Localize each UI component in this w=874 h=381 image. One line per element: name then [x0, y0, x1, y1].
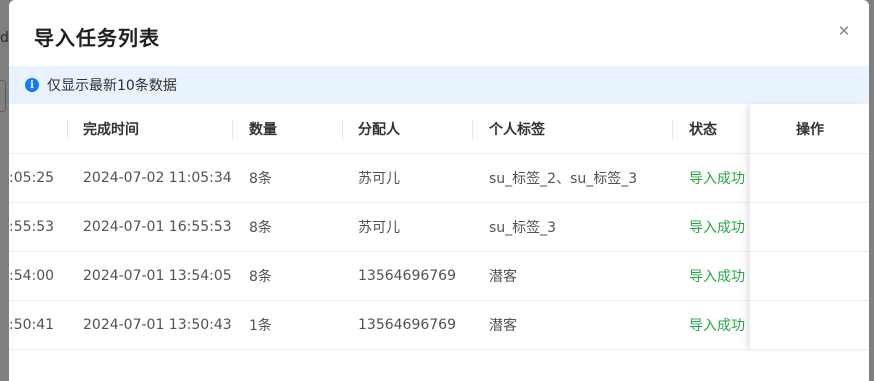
tags-cell: 潜客: [489, 269, 517, 285]
assignee-cell: 13564696769: [358, 268, 456, 284]
start-time-cell: :55:53: [9, 219, 55, 235]
finish-time-cell: 2024-07-01 16:55:53: [83, 219, 232, 235]
info-icon: i: [25, 78, 39, 92]
assignee-cell: 苏可儿: [358, 171, 400, 187]
tags-cell: su_标签_2、su_标签_3: [489, 171, 638, 187]
status-cell: 导入成功: [689, 220, 745, 236]
count-cell: 8条: [249, 269, 272, 285]
count-cell: 8条: [249, 171, 272, 187]
finish-time-cell: 2024-07-01 13:50:43: [83, 317, 232, 333]
info-alert: i 仅显示最新10条数据: [9, 66, 869, 104]
table-header: 完成时间 数量 分配人 个人标签 状态: [9, 104, 869, 154]
table-row: :54:00 2024-07-01 13:54:05 8条 1356469676…: [9, 252, 869, 301]
dialog-title: 导入任务列表: [34, 26, 160, 50]
column-divider: [342, 119, 343, 139]
column-header-assignee: 分配人: [358, 122, 400, 138]
assignee-cell: 苏可儿: [358, 220, 400, 236]
tags-cell: su_标签_3: [489, 220, 557, 236]
start-time-cell: :05:25: [9, 170, 55, 186]
status-cell: 导入成功: [689, 171, 745, 187]
tags-cell: 潜客: [489, 318, 517, 334]
column-header-finish-time: 完成时间: [83, 122, 139, 138]
close-icon: ✕: [837, 22, 851, 40]
actions-fixed-column: 操作: [749, 104, 869, 350]
start-time-cell: :50:41: [9, 317, 55, 333]
finish-time-cell: 2024-07-02 11:05:34: [83, 170, 232, 186]
column-header-tags: 个人标签: [489, 122, 545, 138]
column-header-status: 状态: [689, 122, 717, 138]
import-task-table: 完成时间 数量 分配人 个人标签 状态 :05:25 2024-07-02 11…: [9, 104, 869, 350]
table-row: :55:53 2024-07-01 16:55:53 8条 苏可儿 su_标签_…: [9, 203, 869, 252]
actions-cell: [750, 301, 869, 350]
column-header-actions: 操作: [750, 104, 869, 154]
start-time-cell: :54:00: [9, 268, 55, 284]
table-row: :05:25 2024-07-02 11:05:34 8条 苏可儿 su_标签_…: [9, 154, 869, 203]
column-divider: [232, 119, 233, 139]
import-task-dialog: 导入任务列表 ✕ i 仅显示最新10条数据 完成时间 数量 分配人 个人标签 状…: [9, 0, 869, 381]
background-input-fragment: [0, 80, 6, 112]
column-divider: [672, 119, 673, 139]
finish-time-cell: 2024-07-01 13:54:05: [83, 268, 232, 284]
column-divider: [67, 119, 68, 139]
background-text-fragment: d,: [0, 30, 8, 46]
actions-cell: [750, 154, 869, 203]
dialog-header: 导入任务列表 ✕: [9, 0, 869, 66]
assignee-cell: 13564696769: [358, 317, 456, 333]
count-cell: 8条: [249, 220, 272, 236]
alert-text: 仅显示最新10条数据: [47, 78, 177, 94]
status-cell: 导入成功: [689, 269, 745, 285]
close-button[interactable]: ✕: [833, 20, 855, 42]
actions-cell: [750, 203, 869, 252]
column-divider: [472, 119, 473, 139]
table-row: :50:41 2024-07-01 13:50:43 1条 1356469676…: [9, 301, 869, 350]
actions-cell: [750, 252, 869, 301]
column-header-count: 数量: [249, 122, 277, 138]
status-cell: 导入成功: [689, 318, 745, 334]
count-cell: 1条: [249, 318, 272, 334]
